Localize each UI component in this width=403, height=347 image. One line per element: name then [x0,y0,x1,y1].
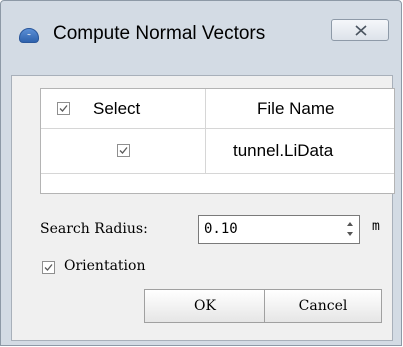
row-select-checkbox[interactable] [117,144,130,157]
column-divider [205,89,206,173]
cancel-button[interactable]: Cancel [264,289,382,323]
radius-unit-label: m [372,219,380,234]
spin-arrows-icon[interactable] [345,219,355,239]
app-logo-icon: ~ [19,28,39,43]
file-name-cell: tunnel.LiData [233,141,334,160]
close-icon [355,25,367,36]
window-title: Compute Normal Vectors [53,23,266,44]
check-icon [44,264,53,271]
dialog-window: ~ Compute Normal Vectors Select File Nam… [0,0,402,346]
table-row[interactable]: tunnel.LiData [41,129,394,174]
orientation-checkbox[interactable] [42,261,55,274]
check-icon [119,147,128,154]
search-radius-spinbox[interactable]: 0.10 [198,215,360,244]
search-radius-label: Search Radius: [40,221,148,237]
title-bar[interactable]: ~ Compute Normal Vectors [1,1,401,73]
table-header: Select File Name [41,89,394,129]
check-icon [59,105,68,112]
dialog-body: Select File Name tunnel.LiData Search Ra… [11,75,395,341]
file-name-column-header[interactable]: File Name [257,99,334,119]
file-table: Select File Name tunnel.LiData [40,88,395,194]
ok-button[interactable]: OK [144,289,266,323]
close-button[interactable] [331,19,389,41]
orientation-label[interactable]: Orientation [64,258,145,274]
select-column-header[interactable]: Select [93,99,140,119]
search-radius-value[interactable]: 0.10 [204,221,238,237]
select-all-checkbox[interactable] [57,102,70,115]
